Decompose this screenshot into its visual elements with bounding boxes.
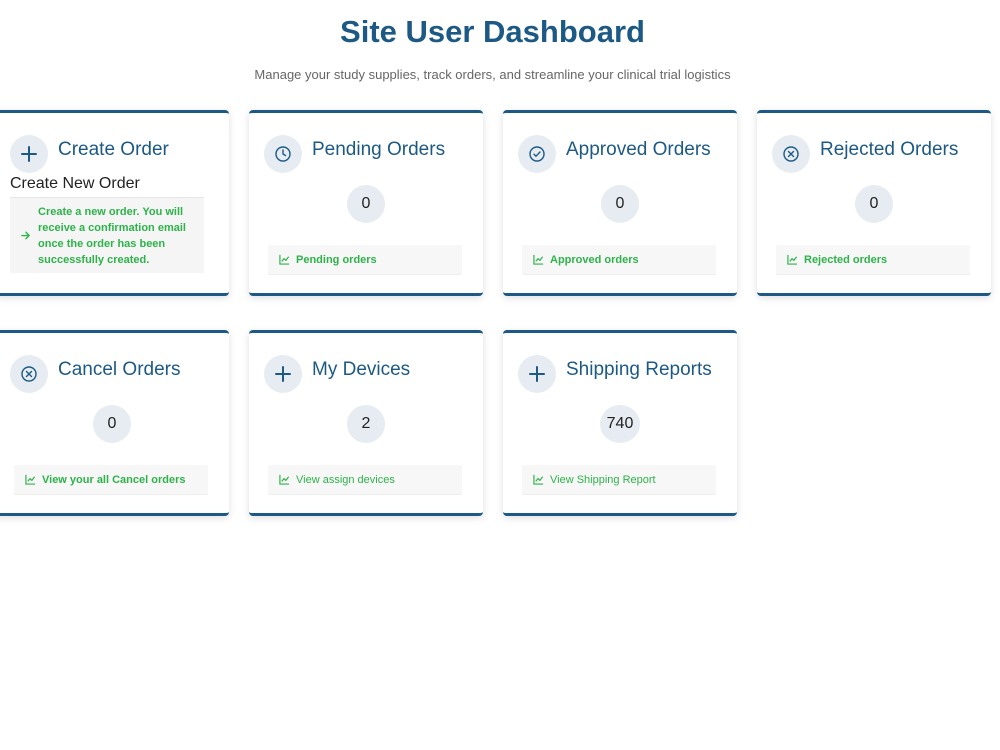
card-header: Rejected Orders <box>772 135 958 173</box>
link-label: Rejected orders <box>804 253 888 266</box>
view-devices-link[interactable]: View assign devices <box>268 465 462 494</box>
link-label: View assign devices <box>296 473 395 486</box>
link-label: View your all Cancel orders <box>42 473 186 486</box>
link-label: Pending orders <box>296 253 377 266</box>
plus-icon <box>264 355 302 393</box>
view-shipping-report-link[interactable]: View Shipping Report <box>522 465 716 494</box>
x-circle-icon <box>772 135 810 173</box>
create-order-description: Create a new order. You will receive a c… <box>38 205 186 266</box>
approved-orders-link[interactable]: Approved orders <box>522 245 716 274</box>
card-title: Approved Orders <box>566 139 711 160</box>
chart-line-icon <box>787 254 798 265</box>
chart-line-icon <box>533 254 544 265</box>
cancel-count: 0 <box>93 405 131 443</box>
approved-count: 0 <box>601 185 639 223</box>
pending-orders-link[interactable]: Pending orders <box>268 245 462 274</box>
rejected-orders-link[interactable]: Rejected orders <box>776 245 970 274</box>
chart-line-icon <box>533 474 544 485</box>
rejected-count: 0 <box>855 185 893 223</box>
create-order-info[interactable]: Create a new order. You will receive a c… <box>10 197 204 273</box>
cancel-orders-link[interactable]: View your all Cancel orders <box>14 465 208 494</box>
card-header: Approved Orders <box>518 135 711 173</box>
chart-line-icon <box>279 254 290 265</box>
page-header: Site User Dashboard Manage your study su… <box>0 14 985 82</box>
page-subtitle: Manage your study supplies, track orders… <box>254 67 731 82</box>
shipping-reports-card[interactable]: Shipping Reports 740 View Shipping Repor… <box>503 330 737 516</box>
card-header: Create Order <box>10 135 169 173</box>
create-order-card[interactable]: Create Order Create New Order Create a n… <box>0 110 229 296</box>
card-title: Cancel Orders <box>58 359 181 380</box>
approved-orders-card[interactable]: Approved Orders 0 Approved orders <box>503 110 737 296</box>
shipping-count: 740 <box>600 405 640 443</box>
x-circle-icon <box>10 355 48 393</box>
create-new-order-label: Create New Order <box>10 175 140 192</box>
card-title: Pending Orders <box>312 139 446 160</box>
cancel-orders-card[interactable]: Cancel Orders 0 View your all Cancel ord… <box>0 330 229 516</box>
check-circle-icon <box>518 135 556 173</box>
card-title: My Devices <box>312 359 411 380</box>
card-title: Rejected Orders <box>820 139 959 160</box>
card-header: My Devices <box>264 355 410 393</box>
card-title: Create Order <box>58 139 169 160</box>
link-label: Approved orders <box>550 253 639 266</box>
rejected-orders-card[interactable]: Rejected Orders 0 Rejected orders <box>757 110 991 296</box>
card-header: Pending Orders <box>264 135 445 173</box>
devices-count: 2 <box>347 405 385 443</box>
plus-icon <box>10 135 48 173</box>
chart-line-icon <box>25 474 36 485</box>
arrow-right-icon <box>21 231 30 240</box>
chart-line-icon <box>279 474 290 485</box>
my-devices-card[interactable]: My Devices 2 View assign devices <box>249 330 483 516</box>
card-header: Cancel Orders <box>10 355 181 393</box>
pending-orders-card[interactable]: Pending Orders 0 Pending orders <box>249 110 483 296</box>
pending-count: 0 <box>347 185 385 223</box>
card-title: Shipping Reports <box>566 359 712 380</box>
link-label: View Shipping Report <box>550 473 656 486</box>
page-title: Site User Dashboard <box>340 14 645 49</box>
plus-icon <box>518 355 556 393</box>
card-header: Shipping Reports <box>518 355 712 393</box>
clock-icon <box>264 135 302 173</box>
